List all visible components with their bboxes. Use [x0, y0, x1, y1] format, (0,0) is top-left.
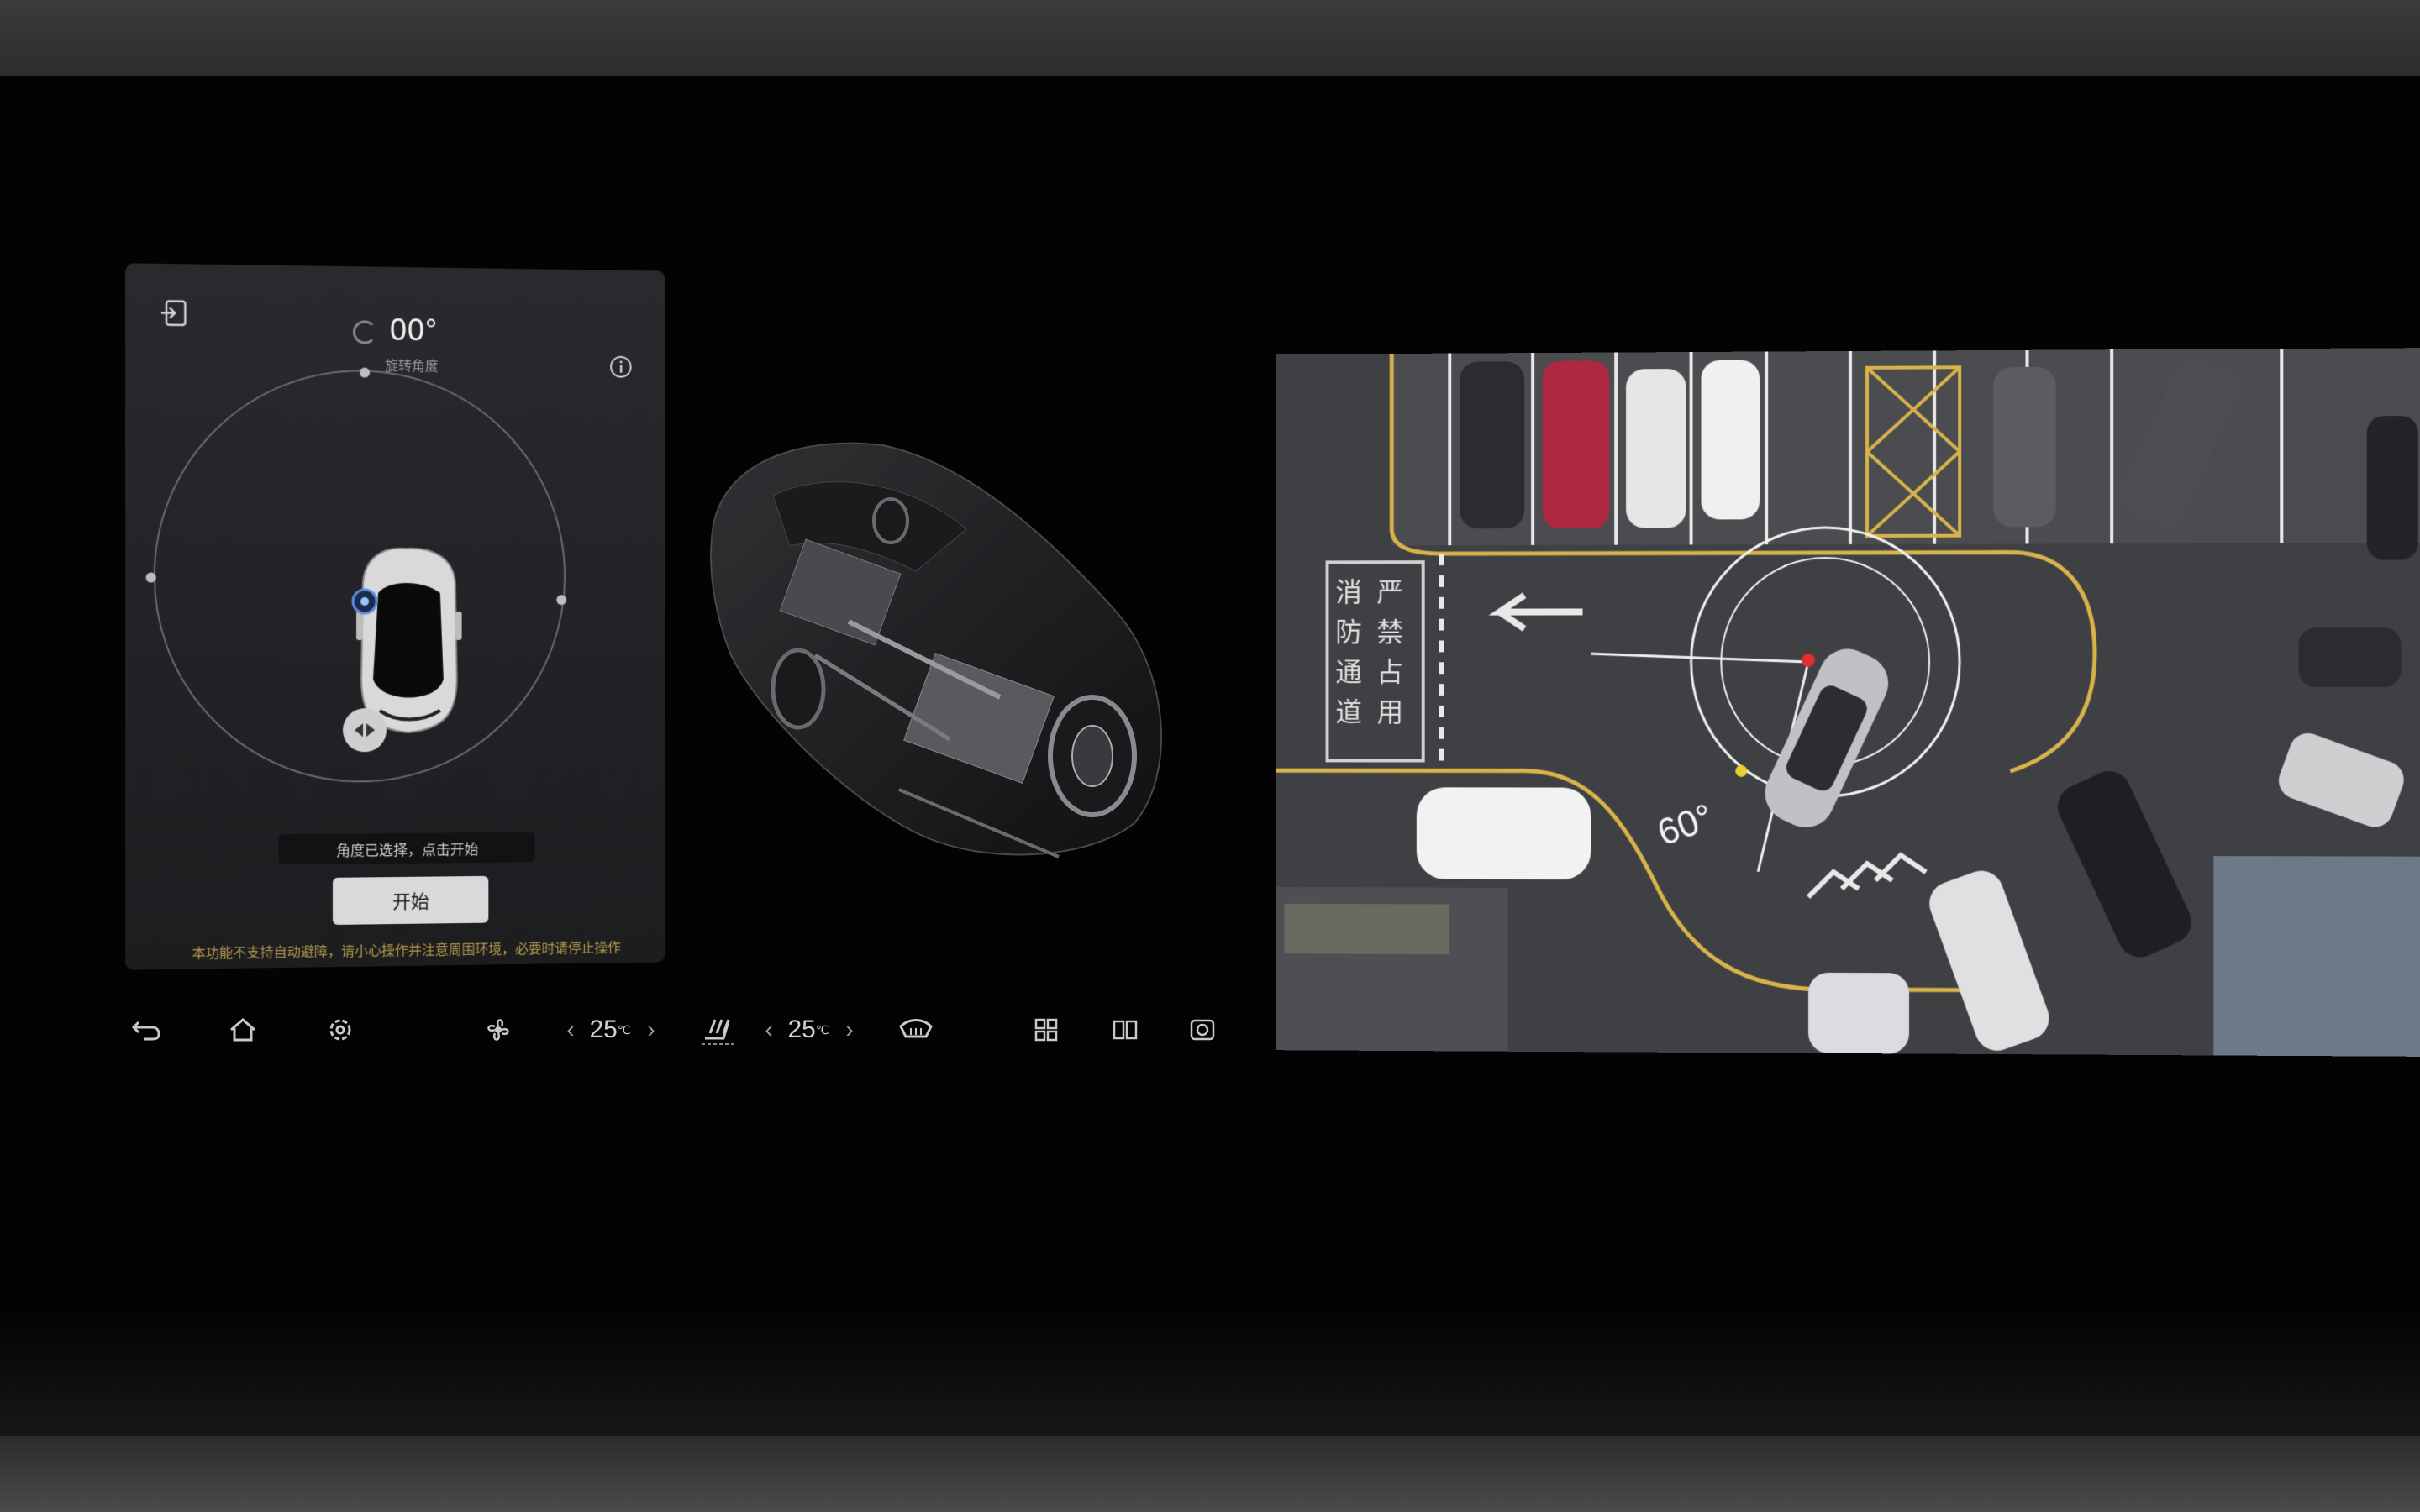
stage-floor: [0, 1310, 2420, 1436]
left-temp-number: 25: [589, 1016, 618, 1043]
loading-spinner-icon: [353, 320, 377, 344]
start-button[interactable]: 开始: [332, 875, 489, 925]
left-temp-value: 25 ℃: [585, 1005, 635, 1055]
dial-marker-left: [145, 572, 156, 583]
aerial-parking-view: 消防通道 严禁占用 60°: [1276, 348, 2420, 1057]
dial-marker-right: [556, 595, 567, 606]
car-top-view: [356, 549, 462, 733]
fan-icon[interactable]: [479, 1005, 521, 1055]
right-temp-unit: ℃: [815, 1022, 829, 1037]
defrost-icon[interactable]: [891, 1005, 941, 1055]
right-temp-decrease[interactable]: ‹: [756, 1005, 781, 1055]
safety-warning: 本功能不支持自动避障，请小心操作并注意周围环境，必要时请停止操作: [192, 941, 621, 962]
left-temp-unit: ℃: [617, 1022, 631, 1037]
home-icon[interactable]: [222, 1005, 264, 1055]
right-temp-increase[interactable]: ›: [837, 1005, 862, 1055]
seat-heat-icon[interactable]: [692, 1005, 743, 1055]
left-temp-increase[interactable]: ›: [639, 1005, 664, 1055]
dial-marker-top: [359, 366, 370, 377]
rotation-panel: 00° 旋转角度 角度已选择，点击开始 开始 本功能不支持自动避障，请小心操作并…: [125, 263, 666, 970]
rotation-dial[interactable]: [125, 357, 666, 832]
split-view-icon[interactable]: [1104, 1005, 1146, 1055]
grid-icon[interactable]: [1025, 1005, 1067, 1055]
rotation-angle-value: 00°: [390, 312, 439, 348]
exit-icon[interactable]: [156, 294, 194, 332]
left-temp-decrease[interactable]: ‹: [558, 1005, 583, 1055]
road-text-no-occupy: 严禁占用: [1376, 576, 1404, 728]
right-temp-value: 25 ℃: [783, 1005, 834, 1055]
drag-rotate-handle: [343, 708, 387, 753]
settings-icon[interactable]: [319, 1005, 361, 1055]
vehicle-chassis-illustration: [710, 442, 1162, 858]
bottom-control-bar: ‹ 25 ℃ › ‹ 25 ℃ ›: [118, 1005, 1227, 1055]
road-text-fire-lane: 消防通道: [1335, 576, 1362, 728]
video-frame-top: [0, 0, 2420, 76]
right-temp-number: 25: [787, 1016, 816, 1043]
back-icon[interactable]: [124, 1005, 166, 1055]
camera-icon[interactable]: [1181, 1005, 1223, 1055]
rotation-status-text: 角度已选择，点击开始: [278, 832, 535, 865]
video-frame-bottom: [0, 1436, 2420, 1512]
